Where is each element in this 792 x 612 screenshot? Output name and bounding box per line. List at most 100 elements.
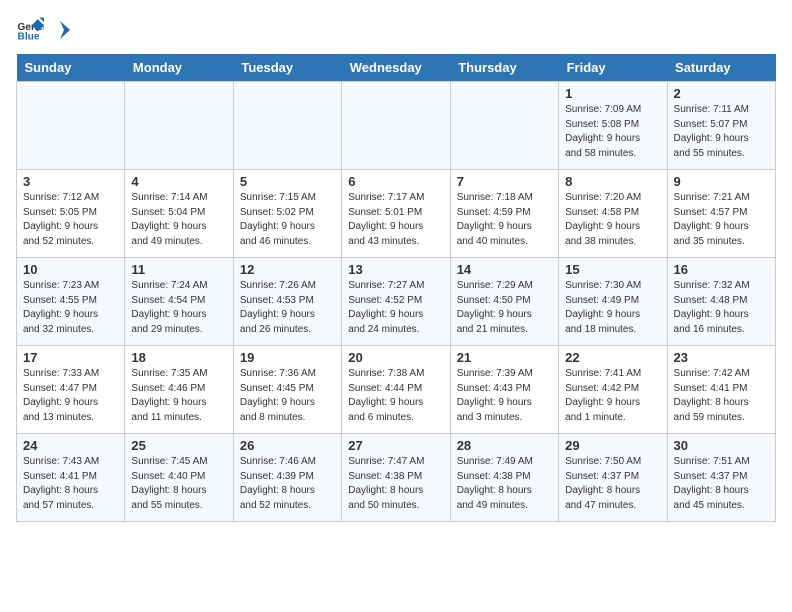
day-info: Sunrise: 7:33 AM Sunset: 4:47 PM Dayligh… xyxy=(23,367,118,425)
day-cell xyxy=(17,82,125,170)
day-info: Sunrise: 7:42 AM Sunset: 4:41 PM Dayligh… xyxy=(674,367,769,425)
day-cell: 17 Sunrise: 7:33 AM Sunset: 4:47 PM Dayli… xyxy=(17,346,125,434)
day-number: 20 xyxy=(348,350,443,365)
day-info: Sunrise: 7:32 AM Sunset: 4:48 PM Dayligh… xyxy=(674,279,769,337)
calendar-table: SundayMondayTuesdayWednesdayThursdayFrid… xyxy=(16,54,776,522)
day-info: Sunrise: 7:51 AM Sunset: 4:37 PM Dayligh… xyxy=(674,455,769,513)
day-info: Sunrise: 7:45 AM Sunset: 4:40 PM Dayligh… xyxy=(131,455,226,513)
week-row-2: 3Sunrise: 7:12 AM Sunset: 5:05 PM Daylig… xyxy=(17,170,776,258)
logo: General Blue xyxy=(16,16,72,44)
day-info: Sunrise: 7:46 AM Sunset: 4:39 PM Dayligh… xyxy=(240,455,335,513)
week-row-3: 10 Sunrise: 7:23 AM Sunset: 4:55 PM Dayli… xyxy=(17,258,776,346)
week-row-1: 1 Sunrise: 7:09 AM Sunset: 5:08 PM Daylig… xyxy=(17,82,776,170)
day-cell: 15 Sunrise: 7:30 AM Sunset: 4:49 PM Dayli… xyxy=(559,258,667,346)
day-info: Sunrise: 7:11 AM Sunset: 5:07 PM Dayligh… xyxy=(674,103,769,161)
day-number: 6 xyxy=(348,174,443,189)
day-info: Sunrise: 7:43 AM Sunset: 4:41 PM Dayligh… xyxy=(23,455,118,513)
day-number: 12 xyxy=(240,262,335,277)
day-number: 19 xyxy=(240,350,335,365)
day-number: 22 xyxy=(565,350,660,365)
col-header-wednesday: Wednesday xyxy=(342,54,450,82)
svg-text:Blue: Blue xyxy=(18,31,40,42)
day-cell: 10 Sunrise: 7:23 AM Sunset: 4:55 PM Dayli… xyxy=(17,258,125,346)
day-cell: 12 Sunrise: 7:26 AM Sunset: 4:53 PM Dayli… xyxy=(233,258,341,346)
day-info: Sunrise: 7:30 AM Sunset: 4:49 PM Dayligh… xyxy=(565,279,660,337)
col-header-saturday: Saturday xyxy=(667,54,775,82)
day-cell: 16 Sunrise: 7:32 AM Sunset: 4:48 PM Dayli… xyxy=(667,258,775,346)
day-cell: 29 Sunrise: 7:50 AM Sunset: 4:37 PM Dayli… xyxy=(559,434,667,522)
day-cell xyxy=(450,82,558,170)
day-cell: 25Sunrise: 7:45 AM Sunset: 4:40 PM Dayli… xyxy=(125,434,233,522)
week-row-4: 17 Sunrise: 7:33 AM Sunset: 4:47 PM Dayli… xyxy=(17,346,776,434)
day-number: 13 xyxy=(348,262,443,277)
day-info: Sunrise: 7:35 AM Sunset: 4:46 PM Dayligh… xyxy=(131,367,226,425)
page-header: General Blue xyxy=(16,16,776,44)
day-cell: 7 Sunrise: 7:18 AM Sunset: 4:59 PM Daylig… xyxy=(450,170,558,258)
day-number: 23 xyxy=(674,350,769,365)
day-info: Sunrise: 7:39 AM Sunset: 4:43 PM Dayligh… xyxy=(457,367,552,425)
day-number: 9 xyxy=(674,174,769,189)
day-cell: 26 Sunrise: 7:46 AM Sunset: 4:39 PM Dayli… xyxy=(233,434,341,522)
day-number: 2 xyxy=(674,86,769,101)
day-cell: 13 Sunrise: 7:27 AM Sunset: 4:52 PM Dayli… xyxy=(342,258,450,346)
day-info: Sunrise: 7:29 AM Sunset: 4:50 PM Dayligh… xyxy=(457,279,552,337)
day-info: Sunrise: 7:18 AM Sunset: 4:59 PM Dayligh… xyxy=(457,191,552,249)
day-info: Sunrise: 7:36 AM Sunset: 4:45 PM Dayligh… xyxy=(240,367,335,425)
day-number: 17 xyxy=(23,350,118,365)
day-cell: 22Sunrise: 7:41 AM Sunset: 4:42 PM Dayli… xyxy=(559,346,667,434)
day-number: 11 xyxy=(131,262,226,277)
day-cell xyxy=(342,82,450,170)
col-header-monday: Monday xyxy=(125,54,233,82)
col-header-tuesday: Tuesday xyxy=(233,54,341,82)
day-cell: 6 Sunrise: 7:17 AM Sunset: 5:01 PM Daylig… xyxy=(342,170,450,258)
day-info: Sunrise: 7:27 AM Sunset: 4:52 PM Dayligh… xyxy=(348,279,443,337)
day-info: Sunrise: 7:14 AM Sunset: 5:04 PM Dayligh… xyxy=(131,191,226,249)
day-cell: 2 Sunrise: 7:11 AM Sunset: 5:07 PM Daylig… xyxy=(667,82,775,170)
day-info: Sunrise: 7:09 AM Sunset: 5:08 PM Dayligh… xyxy=(565,103,660,161)
day-cell: 5Sunrise: 7:15 AM Sunset: 5:02 PM Daylig… xyxy=(233,170,341,258)
day-info: Sunrise: 7:38 AM Sunset: 4:44 PM Dayligh… xyxy=(348,367,443,425)
day-cell xyxy=(233,82,341,170)
day-info: Sunrise: 7:21 AM Sunset: 4:57 PM Dayligh… xyxy=(674,191,769,249)
day-number: 24 xyxy=(23,438,118,453)
day-number: 29 xyxy=(565,438,660,453)
day-cell: 3Sunrise: 7:12 AM Sunset: 5:05 PM Daylig… xyxy=(17,170,125,258)
day-number: 21 xyxy=(457,350,552,365)
day-cell: 19 Sunrise: 7:36 AM Sunset: 4:45 PM Dayli… xyxy=(233,346,341,434)
day-number: 3 xyxy=(23,174,118,189)
day-number: 15 xyxy=(565,262,660,277)
day-cell: 9 Sunrise: 7:21 AM Sunset: 4:57 PM Daylig… xyxy=(667,170,775,258)
day-number: 18 xyxy=(131,350,226,365)
day-number: 1 xyxy=(565,86,660,101)
day-number: 7 xyxy=(457,174,552,189)
day-info: Sunrise: 7:24 AM Sunset: 4:54 PM Dayligh… xyxy=(131,279,226,337)
day-info: Sunrise: 7:50 AM Sunset: 4:37 PM Dayligh… xyxy=(565,455,660,513)
logo-icon: General Blue xyxy=(16,16,44,44)
day-info: Sunrise: 7:15 AM Sunset: 5:02 PM Dayligh… xyxy=(240,191,335,249)
logo-arrow-icon xyxy=(50,19,72,41)
day-cell: 8Sunrise: 7:20 AM Sunset: 4:58 PM Daylig… xyxy=(559,170,667,258)
day-number: 14 xyxy=(457,262,552,277)
day-info: Sunrise: 7:23 AM Sunset: 4:55 PM Dayligh… xyxy=(23,279,118,337)
day-info: Sunrise: 7:47 AM Sunset: 4:38 PM Dayligh… xyxy=(348,455,443,513)
day-cell: 11 Sunrise: 7:24 AM Sunset: 4:54 PM Dayli… xyxy=(125,258,233,346)
col-header-friday: Friday xyxy=(559,54,667,82)
day-cell: 14 Sunrise: 7:29 AM Sunset: 4:50 PM Dayli… xyxy=(450,258,558,346)
day-number: 16 xyxy=(674,262,769,277)
day-number: 8 xyxy=(565,174,660,189)
week-row-5: 24 Sunrise: 7:43 AM Sunset: 4:41 PM Dayli… xyxy=(17,434,776,522)
day-cell: 1 Sunrise: 7:09 AM Sunset: 5:08 PM Daylig… xyxy=(559,82,667,170)
day-number: 26 xyxy=(240,438,335,453)
day-cell xyxy=(125,82,233,170)
day-cell: 4Sunrise: 7:14 AM Sunset: 5:04 PM Daylig… xyxy=(125,170,233,258)
day-number: 10 xyxy=(23,262,118,277)
day-cell: 23 Sunrise: 7:42 AM Sunset: 4:41 PM Dayli… xyxy=(667,346,775,434)
day-info: Sunrise: 7:26 AM Sunset: 4:53 PM Dayligh… xyxy=(240,279,335,337)
day-cell: 20 Sunrise: 7:38 AM Sunset: 4:44 PM Dayli… xyxy=(342,346,450,434)
day-number: 30 xyxy=(674,438,769,453)
day-number: 28 xyxy=(457,438,552,453)
day-info: Sunrise: 7:49 AM Sunset: 4:38 PM Dayligh… xyxy=(457,455,552,513)
day-number: 27 xyxy=(348,438,443,453)
day-cell: 24 Sunrise: 7:43 AM Sunset: 4:41 PM Dayli… xyxy=(17,434,125,522)
day-info: Sunrise: 7:17 AM Sunset: 5:01 PM Dayligh… xyxy=(348,191,443,249)
